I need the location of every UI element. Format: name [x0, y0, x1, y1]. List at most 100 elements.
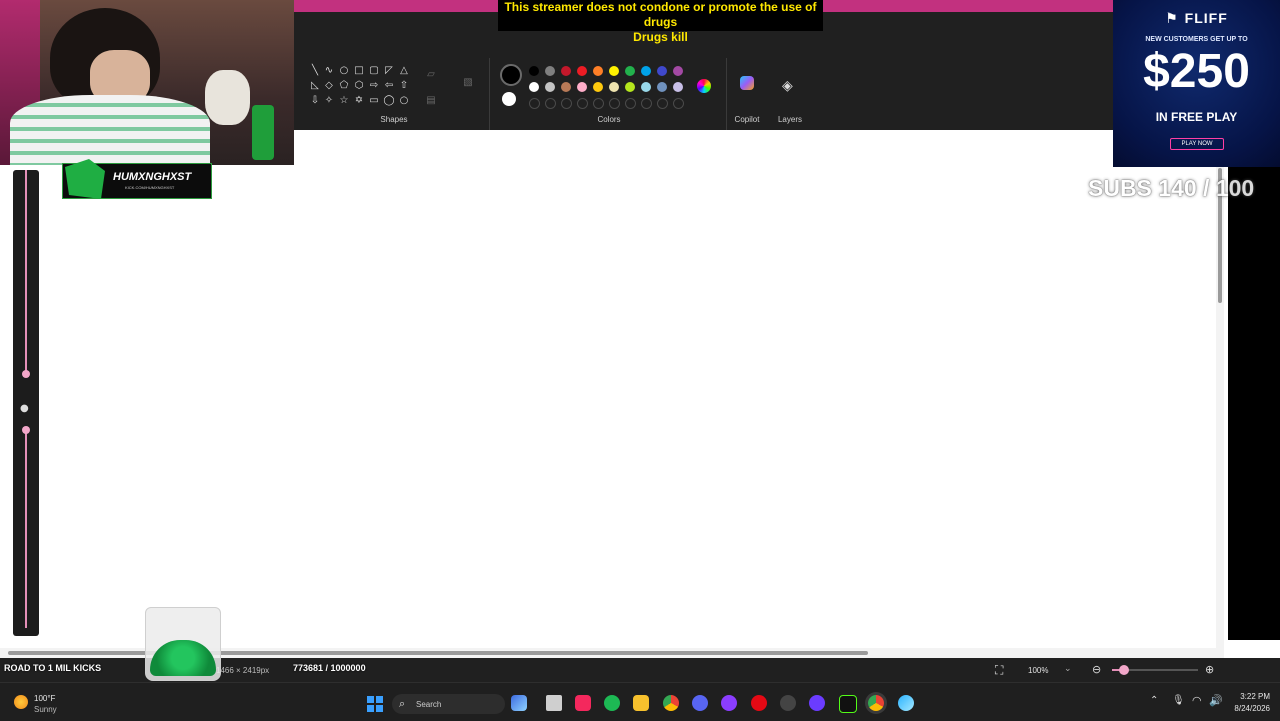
taskbar-time[interactable]: 3:22 PM [1232, 692, 1270, 701]
chrome-active-icon[interactable] [868, 695, 884, 711]
zoom-in-icon[interactable]: ⊕ [1205, 663, 1214, 676]
zoom-dropdown-chevron-icon[interactable]: ⌄ [1064, 664, 1072, 674]
taskbar-date[interactable]: 8/24/2026 [1226, 704, 1270, 713]
red-app-icon[interactable] [751, 695, 767, 711]
color-swatch[interactable] [657, 66, 667, 76]
kick-app-icon[interactable] [839, 695, 857, 713]
color-swatch[interactable] [529, 66, 539, 76]
four-point-star-shape-icon[interactable]: ✧ [322, 94, 336, 108]
fit-to-window-icon[interactable]: ⛶ [995, 663, 1003, 678]
triangle-shape-icon[interactable]: △ [397, 64, 411, 78]
microphone-icon[interactable]: 🎙 [1172, 695, 1185, 706]
custom-color-slot[interactable] [529, 98, 540, 109]
custom-color-slot[interactable] [561, 98, 572, 109]
horizontal-scroll-thumb[interactable] [8, 651, 868, 655]
right-triangle-shape-icon[interactable]: ◺ [308, 79, 322, 93]
color-swatch[interactable] [545, 82, 555, 92]
fliff-ad[interactable]: ⚑ FLIFF NEW CUSTOMERS GET UP TO $250 IN … [1113, 0, 1280, 167]
oval-shape-icon[interactable]: ○ [337, 64, 351, 78]
wifi-icon[interactable]: ◠ [1192, 694, 1202, 707]
weather-desc[interactable]: Sunny [34, 705, 57, 714]
ad-play-now-button[interactable]: PLAY NOW [1170, 138, 1224, 150]
right-arrow-shape-icon[interactable]: ⇨ [367, 79, 381, 93]
color-swatch[interactable] [529, 82, 539, 92]
custom-color-slot[interactable] [593, 98, 604, 109]
color-swatch[interactable] [577, 82, 587, 92]
task-view-icon[interactable] [546, 695, 562, 711]
color-swatch[interactable] [577, 66, 587, 76]
curve-shape-icon[interactable]: ∿ [322, 64, 336, 78]
color-swatch[interactable] [673, 66, 683, 76]
rounded-rectangle-shape-icon[interactable]: ▢ [367, 64, 381, 78]
color-swatch[interactable] [625, 82, 635, 92]
custom-color-slot[interactable] [625, 98, 636, 109]
line-shape-icon[interactable]: ╲ [308, 64, 322, 78]
color-swatch[interactable] [641, 82, 651, 92]
copilot-icon[interactable] [740, 76, 754, 90]
drawing-canvas[interactable] [0, 130, 1228, 650]
layers-icon[interactable]: ◈ [782, 78, 793, 94]
obs-icon[interactable] [809, 695, 825, 711]
spotify-icon[interactable] [604, 695, 620, 711]
rectangle-shape-icon[interactable]: □ [352, 64, 366, 78]
zoom-slider-thumb[interactable] [1119, 665, 1129, 675]
edit-colors-icon[interactable] [697, 79, 711, 93]
paint-app-icon[interactable] [898, 695, 914, 711]
color-swatch[interactable] [609, 66, 619, 76]
custom-color-slot[interactable] [577, 98, 588, 109]
hexagon-shape-icon[interactable]: ⬡ [352, 79, 366, 93]
weather-sun-icon[interactable] [14, 695, 28, 709]
polygon-shape-icon[interactable]: ◸ [382, 64, 396, 78]
layers-label[interactable]: Layers [772, 115, 808, 124]
zoom-level[interactable]: 100% [1028, 666, 1048, 675]
diamond-shape-icon[interactable]: ◇ [322, 79, 336, 93]
purple-app-icon[interactable] [721, 695, 737, 711]
discord-icon[interactable] [692, 695, 708, 711]
opacity-slider[interactable]: ● [13, 398, 39, 636]
outline-icon[interactable]: ▱ [424, 68, 438, 82]
file-explorer-icon[interactable] [633, 695, 649, 711]
color-swatch[interactable] [561, 66, 571, 76]
color-swatch[interactable] [561, 82, 571, 92]
six-point-star-shape-icon[interactable]: ✡ [352, 94, 366, 108]
opacity-slider-thumb[interactable] [22, 426, 30, 434]
color-swatch[interactable] [673, 82, 683, 92]
show-hidden-icons-chevron-icon[interactable]: ⌃ [1150, 695, 1158, 706]
copilot-label[interactable]: Copilot [727, 115, 767, 124]
rounded-callout-shape-icon[interactable]: ▭ [367, 94, 381, 108]
chrome-icon[interactable] [663, 695, 679, 711]
custom-color-slot[interactable] [641, 98, 652, 109]
custom-color-slot[interactable] [609, 98, 620, 109]
left-arrow-shape-icon[interactable]: ⇦ [382, 79, 396, 93]
oval-callout-shape-icon[interactable]: ◯ [382, 94, 396, 108]
custom-color-slot[interactable] [545, 98, 556, 109]
up-arrow-shape-icon[interactable]: ⇧ [397, 79, 411, 93]
color-swatch[interactable] [625, 66, 635, 76]
widgets-icon[interactable] [511, 695, 527, 711]
color-swatch[interactable] [641, 66, 651, 76]
volume-icon[interactable]: 🔊 [1209, 694, 1223, 707]
pentagon-shape-icon[interactable]: ⬠ [337, 79, 351, 93]
down-arrow-shape-icon[interactable]: ⇩ [308, 94, 322, 108]
taskbar-search-box[interactable]: ⌕ Search [392, 694, 505, 714]
color-swatch[interactable] [593, 66, 603, 76]
dark-app-icon[interactable] [780, 695, 796, 711]
color-swatch[interactable] [593, 82, 603, 92]
color-swatch[interactable] [657, 82, 667, 92]
windows-start-icon[interactable] [367, 696, 383, 712]
zoom-out-icon[interactable]: ⊖ [1092, 663, 1101, 676]
size-slider-thumb[interactable] [22, 370, 30, 378]
color-swatch[interactable] [609, 82, 619, 92]
fill-icon[interactable]: ▤ [424, 94, 438, 108]
color-swatch[interactable] [545, 66, 555, 76]
custom-color-slot[interactable] [673, 98, 684, 109]
music-app-icon[interactable] [575, 695, 591, 711]
five-point-star-shape-icon[interactable]: ☆ [337, 94, 351, 108]
size-slider[interactable] [13, 170, 39, 420]
weather-temp[interactable]: 100°F [34, 694, 55, 703]
custom-color-slot[interactable] [657, 98, 668, 109]
shape-style-icon[interactable]: ▧ [461, 76, 475, 90]
secondary-color-button[interactable] [502, 92, 516, 106]
cloud-callout-shape-icon[interactable]: ○ [397, 94, 411, 108]
primary-color-button[interactable] [500, 64, 522, 86]
